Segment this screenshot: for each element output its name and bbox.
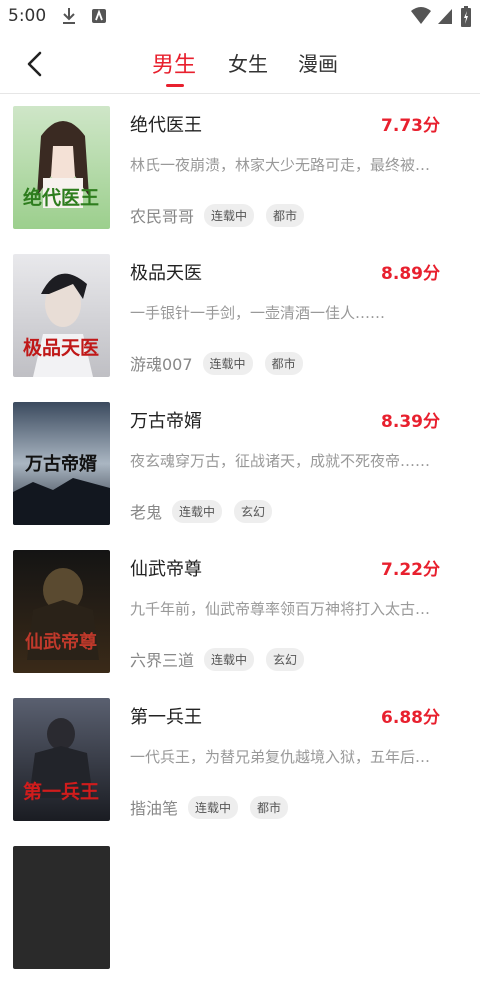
back-arrow-icon[interactable]	[22, 50, 50, 78]
status-tag: 连载中	[204, 203, 255, 227]
book-item[interactable]: 极品天医 极品天医 8.89分 一手银针一手剑，一壶清酒一佳人…… 游魂007 …	[0, 242, 480, 390]
book-item-partial[interactable]	[0, 834, 480, 982]
book-author: 农民哥哥	[130, 207, 195, 226]
book-meta: 游魂007 连载中 都市	[130, 351, 315, 375]
book-meta: 老鬼 连载中 玄幻	[130, 499, 284, 523]
download-icon	[63, 8, 75, 24]
genre-tag: 都市	[266, 203, 305, 227]
book-score: 6.88分	[381, 708, 440, 728]
book-score: 7.22分	[381, 560, 440, 580]
status-bar: 5:00	[0, 0, 480, 32]
genre-tag: 玄幻	[266, 647, 305, 671]
book-author: 揩油笔	[130, 799, 179, 818]
book-item[interactable]: 仙武帝尊 仙武帝尊 7.22分 九千年前，仙武帝尊率领百万神将打入太古洪荒…… …	[0, 538, 480, 686]
status-time: 5:00	[8, 6, 47, 26]
tab-male[interactable]: 男生	[152, 47, 196, 79]
book-cover[interactable]	[13, 846, 110, 969]
status-tag: 连载中	[172, 499, 223, 523]
genre-tag: 都市	[250, 795, 289, 819]
book-author: 老鬼	[130, 503, 163, 522]
book-score: 8.89分	[381, 264, 440, 284]
book-title: 绝代医王	[130, 115, 202, 136]
book-score: 8.39分	[381, 412, 440, 432]
status-tag: 连载中	[204, 647, 255, 671]
book-description: 九千年前，仙武帝尊率领百万神将打入太古洪荒……	[130, 600, 436, 618]
book-meta: 揩油笔 连载中 都市	[130, 795, 300, 819]
book-title: 仙武帝尊	[130, 559, 202, 580]
book-description: 一手银针一手剑，一壶清酒一佳人……	[130, 304, 386, 322]
book-meta: 六界三道 连载中 玄幻	[130, 647, 316, 671]
book-author: 游魂007	[130, 355, 193, 374]
book-item[interactable]: 万古帝婿 万古帝婿 8.39分 夜玄魂穿万古，征战诸天，成就不死夜帝…… 老鬼 …	[0, 390, 480, 538]
book-description: 林氏一夜崩溃，林家大少无路可走，最终被迫入赘苏家……	[130, 156, 436, 174]
book-cover[interactable]: 绝代医王	[13, 106, 110, 229]
book-cover[interactable]: 极品天医	[13, 254, 110, 377]
cover-title-art: 绝代医王	[23, 186, 99, 209]
book-list: 绝代医王 绝代医王 7.73分 林氏一夜崩溃，林家大少无路可走，最终被迫入赘苏家…	[0, 94, 480, 982]
cover-title-art: 万古帝婿	[24, 453, 97, 475]
cover-title-art: 极品天医	[23, 336, 99, 359]
book-cover[interactable]: 万古帝婿	[13, 402, 110, 525]
cover-title-art: 第一兵王	[23, 780, 99, 803]
status-tag: 连载中	[202, 351, 253, 375]
book-description: 一代兵王，为替兄弟复仇越境入狱，五年后归来……	[130, 748, 436, 766]
top-nav: 男生 女生 漫画	[0, 34, 480, 92]
signal-icon	[438, 9, 452, 24]
book-cover[interactable]: 第一兵王	[13, 698, 110, 821]
battery-icon	[461, 6, 471, 27]
book-title: 极品天医	[130, 263, 202, 284]
book-score: 7.73分	[381, 116, 440, 136]
book-title: 万古帝婿	[130, 411, 202, 432]
book-cover[interactable]: 仙武帝尊	[13, 550, 110, 673]
tab-comics[interactable]: 漫画	[298, 48, 338, 77]
book-author: 六界三道	[130, 651, 195, 670]
book-meta: 农民哥哥 连载中 都市	[130, 203, 316, 227]
book-title: 第一兵王	[130, 707, 202, 728]
book-item[interactable]: 第一兵王 第一兵王 6.88分 一代兵王，为替兄弟复仇越境入狱，五年后归来…… …	[0, 686, 480, 834]
wifi-icon	[411, 7, 431, 24]
active-tab-indicator	[166, 84, 184, 87]
cover-title-art: 仙武帝尊	[25, 631, 97, 653]
book-description: 夜玄魂穿万古，征战诸天，成就不死夜帝……	[130, 452, 431, 470]
tab-female[interactable]: 女生	[228, 48, 268, 77]
status-tag: 连载中	[188, 795, 239, 819]
genre-tag: 玄幻	[234, 499, 273, 523]
genre-tag: 都市	[264, 351, 303, 375]
book-item[interactable]: 绝代医王 绝代医王 7.73分 林氏一夜崩溃，林家大少无路可走，最终被迫入赘苏家…	[0, 94, 480, 242]
app-notification-icon	[92, 9, 106, 23]
